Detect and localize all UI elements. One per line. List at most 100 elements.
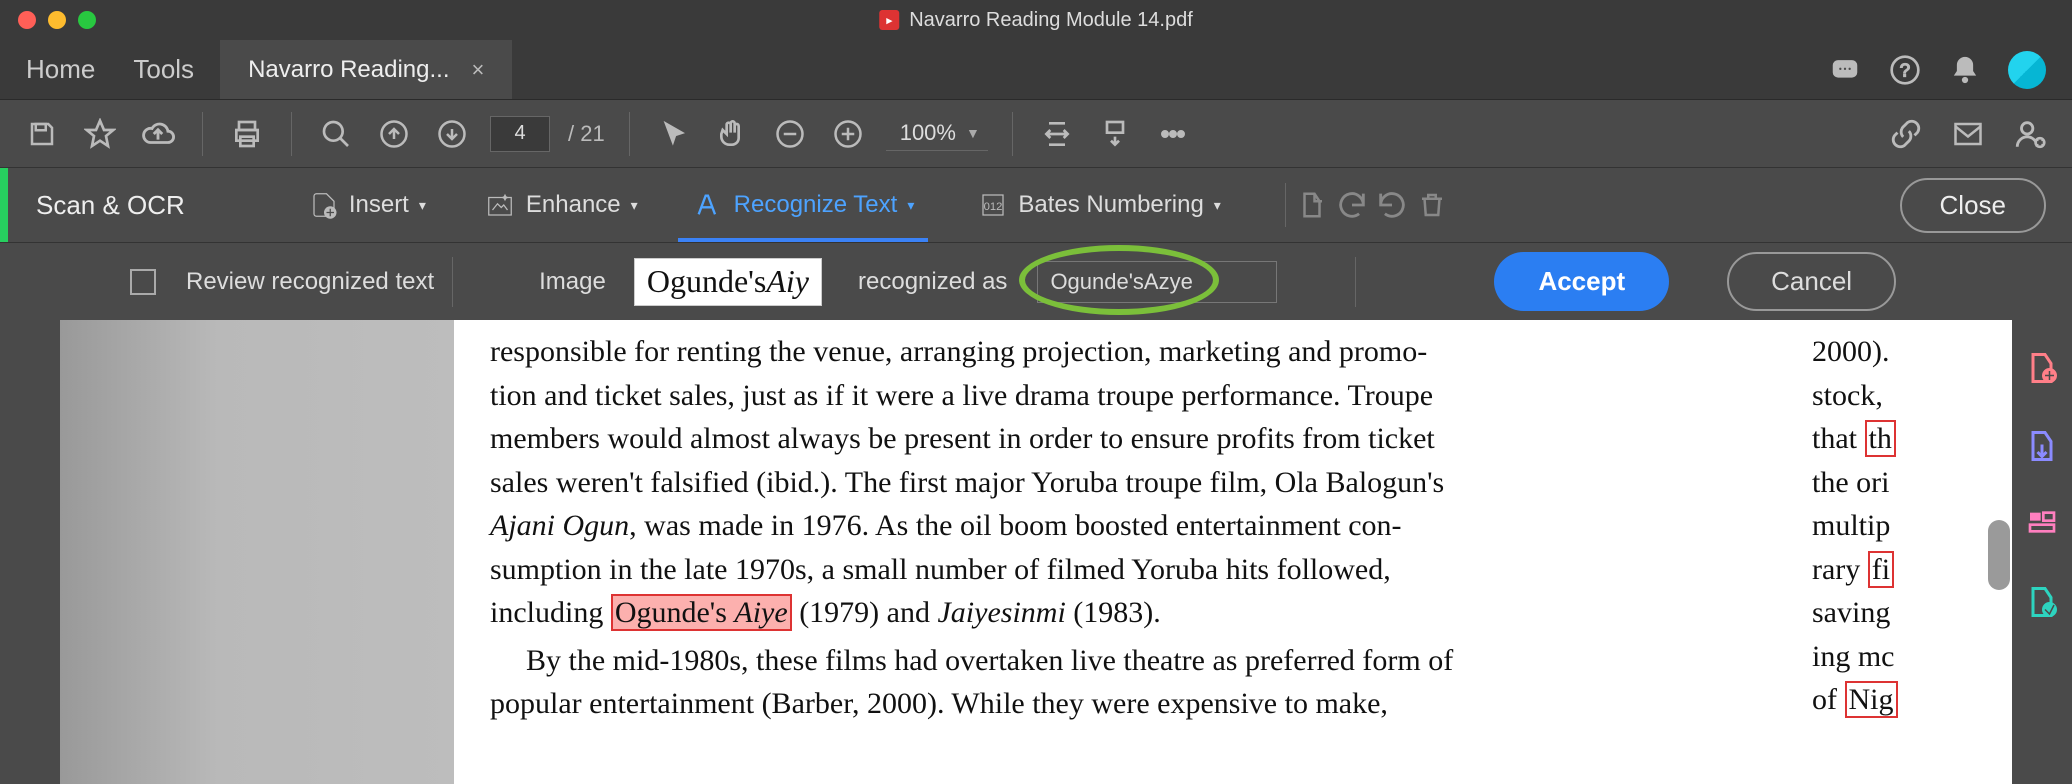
chevron-down-icon: ▼ [966,125,980,141]
svg-text:?: ? [1900,59,1910,80]
right-tool-rail [2012,320,2072,784]
zoom-window-button[interactable] [78,11,96,29]
text-line: members would almost always be present i… [490,422,1435,455]
organize-pages-icon[interactable] [2024,506,2060,542]
snippet-text-plain: Ogunde's [647,263,767,300]
next-page-icon[interactable] [432,114,472,154]
ocr-suspect-box[interactable]: th [1865,420,1896,457]
text-line: stock, [1812,374,2010,418]
cancel-button[interactable]: Cancel [1727,252,1896,311]
scan-ocr-title: Scan & OCR [36,190,185,221]
enhance-label: Enhance [526,191,621,219]
chevron-down-icon: ▾ [907,197,914,214]
scan-ocr-bar: Scan & OCR Insert ▾ Enhance ▾ Recognize … [0,168,2072,242]
create-pdf-icon[interactable] [2024,350,2060,386]
main-toolbar: / 21 100% ▼ [0,100,2072,168]
tab-tools[interactable]: Tools [133,54,194,85]
review-bar: Review recognized text Image Ogunde's Ai… [0,242,2072,320]
cloud-upload-icon[interactable] [138,114,178,154]
ocr-suspect-highlight[interactable]: Ogunde's Aiye [611,594,792,631]
undo-icon[interactable] [1332,185,1372,225]
export-pdf-icon[interactable] [2024,428,2060,464]
review-checkbox-label: Review recognized text [186,268,434,296]
tab-home[interactable]: Home [26,54,95,85]
accent-strip [0,168,8,242]
text-line: sumption in the late 1970s, a small numb… [490,553,1391,586]
window-titlebar: ▸ Navarro Reading Module 14.pdf [0,0,2072,40]
left-gutter [0,320,60,784]
text-line: (1983). [1066,596,1161,629]
text-line: ing mc [1812,635,2010,679]
image-snippet: Ogunde's Aiy [634,258,822,306]
enhance-menu[interactable]: Enhance ▾ [470,190,652,220]
print-icon[interactable] [227,114,267,154]
text-line: , was made in 1976. As the oil boom boos… [629,509,1401,542]
page-right-column: 2000). stock, that th the ori multip rar… [1802,320,2012,784]
snippet-text-ital: Aiy [766,263,809,300]
recognized-text-input[interactable] [1037,261,1277,303]
email-icon[interactable] [1948,114,1988,154]
recognize-text-menu[interactable]: Recognize Text ▾ [678,168,929,242]
review-checkbox[interactable] [130,269,156,295]
accept-button[interactable]: Accept [1494,252,1669,311]
text-line: (1979) and [792,596,938,629]
window-title: ▸ Navarro Reading Module 14.pdf [879,9,1193,32]
tab-row: Home Tools Navarro Reading... × ? [0,40,2072,100]
insert-label: Insert [349,191,409,219]
page-number-input[interactable] [490,116,550,152]
window-title-text: Navarro Reading Module 14.pdf [909,9,1193,32]
ocr-suspect-box[interactable]: fi [1868,551,1894,588]
scroll-mode-icon[interactable] [1095,114,1135,154]
text-line: including [490,596,611,629]
bates-numbering-menu[interactable]: 012 Bates Numbering ▾ [964,190,1234,220]
text-line: the ori [1812,461,2010,505]
close-tool-button[interactable]: Close [1900,178,2046,233]
save-icon[interactable] [22,114,62,154]
link-icon[interactable] [1886,114,1926,154]
zoom-value: 100% [900,120,956,146]
star-icon[interactable] [80,114,120,154]
edit-pdf-icon[interactable] [2024,584,2060,620]
fit-width-icon[interactable] [1037,114,1077,154]
document-tab-label: Navarro Reading... [248,56,449,84]
page-add-icon[interactable] [1292,185,1332,225]
bates-label: Bates Numbering [1018,191,1203,219]
bell-icon[interactable] [1948,53,1982,87]
page-content: responsible for renting the venue, arran… [460,320,1802,784]
recognize-label: Recognize Text [734,191,898,219]
chevron-down-icon: ▾ [631,197,638,214]
text-line: saving [1812,591,2010,635]
close-window-button[interactable] [18,11,36,29]
search-icon[interactable] [316,114,356,154]
text-line: responsible for renting the venue, arran… [490,335,1427,368]
redo-icon[interactable] [1372,185,1412,225]
zoom-out-icon[interactable] [770,114,810,154]
profile-avatar[interactable] [2008,51,2046,89]
insert-menu[interactable]: Insert ▾ [295,190,440,220]
page-total-label: / 21 [568,121,605,147]
svg-text:012: 012 [984,201,1003,213]
document-tab[interactable]: Navarro Reading... × [220,40,512,99]
text-line: multip [1812,504,2010,548]
more-icon[interactable] [1153,114,1193,154]
minimize-window-button[interactable] [48,11,66,29]
hand-tool-icon[interactable] [712,114,752,154]
document-viewport[interactable]: responsible for renting the venue, arran… [0,320,2072,784]
select-tool-icon[interactable] [654,114,694,154]
text-line: tion and ticket sales, just as if it wer… [490,379,1433,412]
share-user-icon[interactable] [2010,114,2050,154]
text-line: By the mid-1980s, these films had overta… [526,644,1453,677]
recognized-as-label: recognized as [858,268,1007,296]
ocr-suspect-box[interactable]: Nig [1845,681,1898,718]
zoom-in-icon[interactable] [828,114,868,154]
text-italic: Ajani Ogun [490,509,629,542]
zoom-select[interactable]: 100% ▼ [886,116,988,151]
close-tab-icon[interactable]: × [472,57,485,83]
text-line: popular entertainment (Barber, 2000). Wh… [490,687,1388,720]
prev-page-icon[interactable] [374,114,414,154]
help-icon[interactable]: ? [1888,53,1922,87]
scrollbar-thumb[interactable] [1988,520,2010,590]
trash-icon[interactable] [1412,185,1452,225]
chat-icon[interactable] [1828,53,1862,87]
page-left-scan-margin [60,320,460,784]
